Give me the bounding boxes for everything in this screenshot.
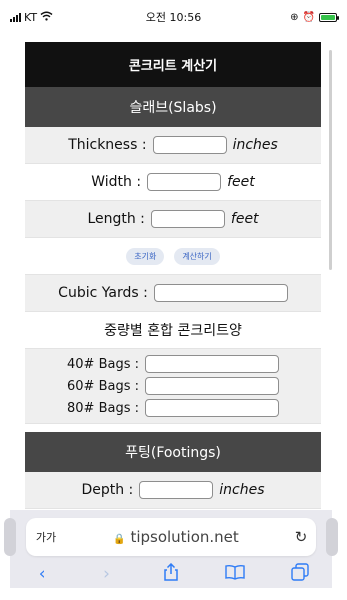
- length-unit: feet: [230, 211, 259, 227]
- depth-label: Depth :: [81, 482, 134, 498]
- cubic-yards-row: Cubic Yards :: [25, 275, 321, 312]
- scrollbar[interactable]: [329, 50, 332, 270]
- url-text[interactable]: 🔒 tipsolution.net: [66, 528, 286, 546]
- alarm-icon: ⏰: [302, 11, 315, 23]
- depth-unit: inches: [219, 482, 265, 498]
- cubic-yards-output[interactable]: [153, 284, 288, 302]
- bag-row: 80# Bags :: [25, 399, 321, 417]
- bag-label-40: 40# Bags :: [67, 356, 139, 372]
- length-input[interactable]: [150, 210, 225, 228]
- bag-output-80[interactable]: [145, 399, 279, 417]
- status-time: 오전 10:56: [145, 11, 202, 24]
- cubic-yards-label: Cubic Yards :: [58, 285, 148, 301]
- lock-icon: 🔒: [113, 534, 126, 545]
- bag-row: 60# Bags :: [25, 377, 321, 395]
- carrier-label: KT: [24, 10, 38, 24]
- page-title: 콘크리트 계산기: [25, 42, 321, 87]
- chevron-right-icon[interactable]: ›: [92, 564, 122, 584]
- phone-frame: KT 오전 10:56 ⊕ ⏰ 콘크리트 계산기 슬래브(Slabs) Thic…: [0, 0, 347, 600]
- battery-icon: [319, 12, 339, 22]
- thickness-input[interactable]: [152, 136, 227, 154]
- calculate-button[interactable]: 계산하기: [174, 247, 220, 265]
- tabs-icon[interactable]: [285, 562, 315, 586]
- reset-button[interactable]: 초기화: [126, 247, 165, 265]
- depth-row: Depth : inches: [25, 472, 321, 509]
- width-label: Width :: [91, 174, 142, 190]
- share-icon[interactable]: [156, 562, 186, 586]
- browser-toolbar: ‹ ›: [10, 560, 332, 588]
- bag-output-60[interactable]: [145, 377, 279, 395]
- url-label: tipsolution.net: [130, 528, 239, 546]
- bag-output-40[interactable]: [145, 355, 279, 373]
- battery-fill: [321, 14, 335, 20]
- next-tab-peek[interactable]: [326, 518, 338, 556]
- web-content[interactable]: 콘크리트 계산기 슬래브(Slabs) Thickness : inches W…: [10, 30, 332, 510]
- wifi-icon: [40, 11, 53, 24]
- length-row: Length : feet: [25, 201, 321, 238]
- thickness-label: Thickness :: [68, 137, 147, 153]
- action-row: 초기화 계산하기: [25, 238, 321, 275]
- thickness-unit: inches: [232, 137, 278, 153]
- bag-row: 40# Bags :: [25, 355, 321, 373]
- browser-bottom-bar: 가가 🔒 tipsolution.net ↻ ‹ ›: [4, 510, 338, 588]
- thickness-row: Thickness : inches: [25, 127, 321, 164]
- status-bar: KT 오전 10:56 ⊕ ⏰: [10, 6, 339, 28]
- text-size-button[interactable]: 가가: [26, 529, 66, 545]
- book-icon[interactable]: [220, 564, 250, 585]
- calculator: 콘크리트 계산기 슬래브(Slabs) Thickness : inches W…: [25, 42, 321, 509]
- width-input[interactable]: [147, 173, 222, 191]
- slabs-heading: 슬래브(Slabs): [25, 87, 321, 127]
- prev-tab-peek[interactable]: [4, 518, 16, 556]
- footings-heading: 푸팅(Footings): [25, 432, 321, 472]
- depth-input[interactable]: [139, 481, 214, 499]
- status-left: KT: [10, 11, 100, 24]
- width-row: Width : feet: [25, 164, 321, 201]
- length-label: Length :: [87, 211, 145, 227]
- reload-icon[interactable]: ↻: [286, 528, 316, 546]
- width-unit: feet: [227, 174, 255, 190]
- address-bar[interactable]: 가가 🔒 tipsolution.net ↻: [26, 518, 316, 556]
- bag-label-60: 60# Bags :: [67, 378, 139, 394]
- section-spacer: [25, 424, 321, 432]
- signal-icon: [10, 12, 21, 22]
- chevron-left-icon[interactable]: ‹: [27, 564, 57, 584]
- status-right: ⊕ ⏰: [247, 11, 339, 23]
- mix-heading: 중량별 혼합 콘크리트양: [25, 312, 321, 349]
- bags-group: 40# Bags : 60# Bags : 80# Bags :: [25, 349, 321, 424]
- rotation-lock-icon: ⊕: [290, 11, 299, 23]
- bag-label-80: 80# Bags :: [67, 400, 139, 416]
